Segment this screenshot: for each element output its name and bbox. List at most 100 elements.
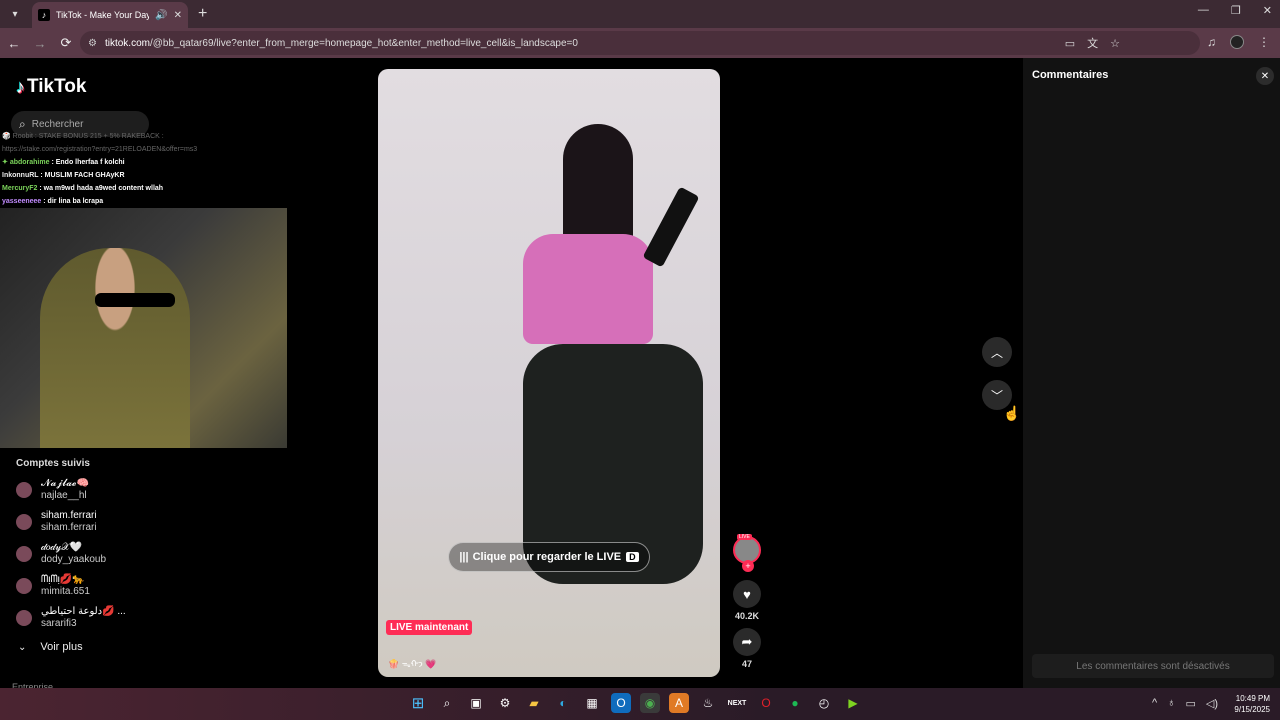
previous-video-button[interactable]: ︿ [982, 337, 1012, 367]
app-clock-icon[interactable]: ◴ [814, 693, 834, 713]
translate-icon[interactable]: 文 [1087, 35, 1098, 51]
live-now-badge[interactable]: LIVE maintenant [386, 620, 473, 635]
address-bar[interactable]: ⚙ tiktok.com /@bb_qatar69/live?enter_fro… [80, 31, 1200, 55]
share-button[interactable]: ➦ [733, 628, 761, 656]
tiktok-logo[interactable]: ♪ TikTok [16, 76, 86, 98]
tab-close-icon[interactable]: ✕ [174, 10, 182, 21]
reload-button[interactable]: ⟳ [54, 35, 78, 51]
creator-avatar[interactable]: LIVE + [733, 534, 761, 572]
live-bars-icon: ||| [459, 551, 469, 563]
steam-icon[interactable]: ♨ [698, 693, 718, 713]
new-tab-button[interactable]: + [198, 5, 207, 23]
edge-browser-icon[interactable]: ◐ [553, 693, 573, 713]
see-more-button[interactable]: ⌄ Voir plus [18, 641, 83, 653]
menu-icon[interactable]: ⋮ [1258, 35, 1270, 49]
outlook-icon[interactable]: O [611, 693, 631, 713]
minimize-button[interactable]: — [1198, 4, 1209, 17]
close-comments-button[interactable]: ✕ [1256, 67, 1274, 85]
clock-time: 10:49 PM [1235, 694, 1270, 703]
followed-account[interactable]: siham.ferrari siham.ferrari [16, 510, 97, 534]
comments-disabled-notice: Les commentaires sont désactivés [1032, 654, 1274, 678]
chevron-up-icon: ︿ [990, 345, 1003, 360]
tiktok-note-icon: ♪ [16, 76, 25, 97]
watch-live-button[interactable]: ||| Clique pour regarder le LIVE D [448, 542, 650, 572]
like-count: 40.2K [734, 611, 760, 621]
follow-plus-icon[interactable]: + [742, 560, 754, 572]
task-view-icon[interactable]: ▣ [466, 693, 486, 713]
avatar-live-tag: LIVE [737, 534, 752, 540]
share-arrow-icon: ➦ [741, 634, 753, 649]
followed-account[interactable]: 𝒹𝑜𝒹𝓎𝒳🤍 dody_yaakoub [16, 542, 106, 566]
followed-account[interactable]: 𝓝𝓪𝓳𝓵𝓪𝓮🧠 najlae__hl [16, 478, 89, 502]
chat-line: ✦ abdorahime : Endo lherfaa f kolchi [2, 159, 125, 166]
tab-tiktok[interactable]: ♪ TikTok - Make Your Day 🔊 ✕ [32, 2, 188, 28]
share-count: 47 [741, 659, 752, 669]
bookmark-star-icon[interactable]: ☆ [1110, 37, 1120, 50]
settings-gear-icon[interactable]: ⚙ [495, 693, 515, 713]
tab-search-icon[interactable]: ▾ [4, 3, 26, 25]
tab-bar: ▾ ♪ TikTok - Make Your Day 🔊 ✕ + — ❐ ✕ [0, 0, 1280, 28]
volume-icon[interactable]: ◁) [1206, 697, 1218, 710]
media-control-icon[interactable]: ♫ [1207, 35, 1216, 49]
shortcut-key-badge: D [626, 552, 639, 562]
chat-line: yasseeneee : dir lina ba lcrapa [2, 198, 104, 205]
next-app-icon[interactable]: NEXT [727, 693, 747, 713]
live-caption: 🍿 ᯓᡣ𐭩 💗 [388, 659, 437, 669]
chat-line: MercuryF2 : wa m9wd hada a9wed content w… [2, 185, 164, 192]
avatar [16, 546, 32, 562]
profile-avatar[interactable] [1230, 35, 1244, 49]
opera-icon[interactable]: O [756, 693, 776, 713]
audio-icon[interactable]: 🔊 [155, 10, 167, 21]
system-clock[interactable]: 10:49 PM 9/15/2025 [1234, 693, 1270, 715]
avatar [16, 482, 32, 498]
streamer-figure [40, 248, 190, 448]
window-controls: — ❐ ✕ [1198, 4, 1272, 17]
display-icon[interactable]: ▭ [1185, 697, 1195, 710]
account-handle: siham.ferrari [41, 522, 97, 533]
microphone-icon[interactable]: ♁ [1167, 697, 1175, 710]
app-orange-icon[interactable]: A [669, 693, 689, 713]
site-info-icon[interactable]: ⚙ [88, 38, 97, 49]
followed-account[interactable]: ᗰᴉᗰᴉ💋🐆 mimita.651 [16, 574, 90, 598]
tab-title: TikTok - Make Your Day [56, 10, 150, 20]
account-handle: sararifi3 [41, 618, 77, 629]
streamer-webcam [0, 208, 287, 448]
restore-button[interactable]: ❐ [1231, 4, 1241, 17]
live-video-player[interactable]: ||| Clique pour regarder le LIVE D LIVE … [378, 69, 720, 677]
like-button[interactable]: ♥ [733, 580, 761, 608]
system-tray: ^ ♁ ▭ ◁) [1152, 697, 1218, 710]
account-handle: dody_yaakoub [41, 554, 107, 565]
phone-in-hand [642, 186, 700, 268]
account-display-name: siham.ferrari [41, 510, 97, 521]
windows-taskbar: ⊞ ⌕ ▣ ⚙ ▰ ◐ ▦ O ◉ A ♨ NEXT O ● ◴ ▶ ^ ♁ ▭… [0, 688, 1280, 720]
heart-icon: ♥ [743, 586, 751, 602]
stream-chat-overlay: 🎲 Roobit : STAKE BONUS 215 + 5% RAKEBACK… [2, 130, 197, 208]
account-handle: najlae__hl [41, 490, 87, 501]
live-streamer-figure [513, 124, 703, 664]
watch-live-label: Clique pour regarder le LIVE [472, 551, 622, 563]
followed-account[interactable]: دلوعة احتياطي💋 ... sararifi3 [16, 606, 126, 630]
close-window-button[interactable]: ✕ [1263, 4, 1272, 17]
comments-title: Commentaires [1032, 69, 1109, 81]
see-more-label: Voir plus [40, 641, 83, 653]
spotify-icon[interactable]: ● [785, 693, 805, 713]
action-column: LIVE + ♥ 40.2K ➦ 47 [733, 534, 761, 676]
avatar [16, 578, 32, 594]
chat-line: InkonnuRL : MUSLIM FACH GHAyKR [2, 172, 125, 179]
cast-icon[interactable]: ▭ [1065, 37, 1075, 50]
account-display-name: 𝓝𝓪𝓳𝓵𝓪𝓮🧠 [41, 478, 89, 489]
windows-start-icon[interactable]: ⊞ [408, 693, 428, 713]
account-display-name: دلوعة احتياطي💋 ... [41, 606, 126, 617]
clock-date: 9/15/2025 [1234, 705, 1270, 714]
forward-button[interactable]: → [28, 36, 52, 51]
search-icon[interactable]: ⌕ [437, 693, 457, 713]
back-button[interactable]: ← [2, 36, 26, 51]
tray-overflow-icon[interactable]: ^ [1152, 697, 1157, 710]
store-icon[interactable]: ▦ [582, 693, 602, 713]
account-display-name: 𝒹𝑜𝒹𝓎𝒳🤍 [41, 542, 83, 553]
chat-line: 🎲 Roobit : STAKE BONUS 215 + 5% RAKEBACK… [2, 133, 164, 140]
chrome-icon[interactable]: ◉ [640, 693, 660, 713]
file-explorer-icon[interactable]: ▰ [524, 693, 544, 713]
kick-app-icon[interactable]: ▶ [843, 693, 863, 713]
account-handle: mimita.651 [41, 586, 90, 597]
